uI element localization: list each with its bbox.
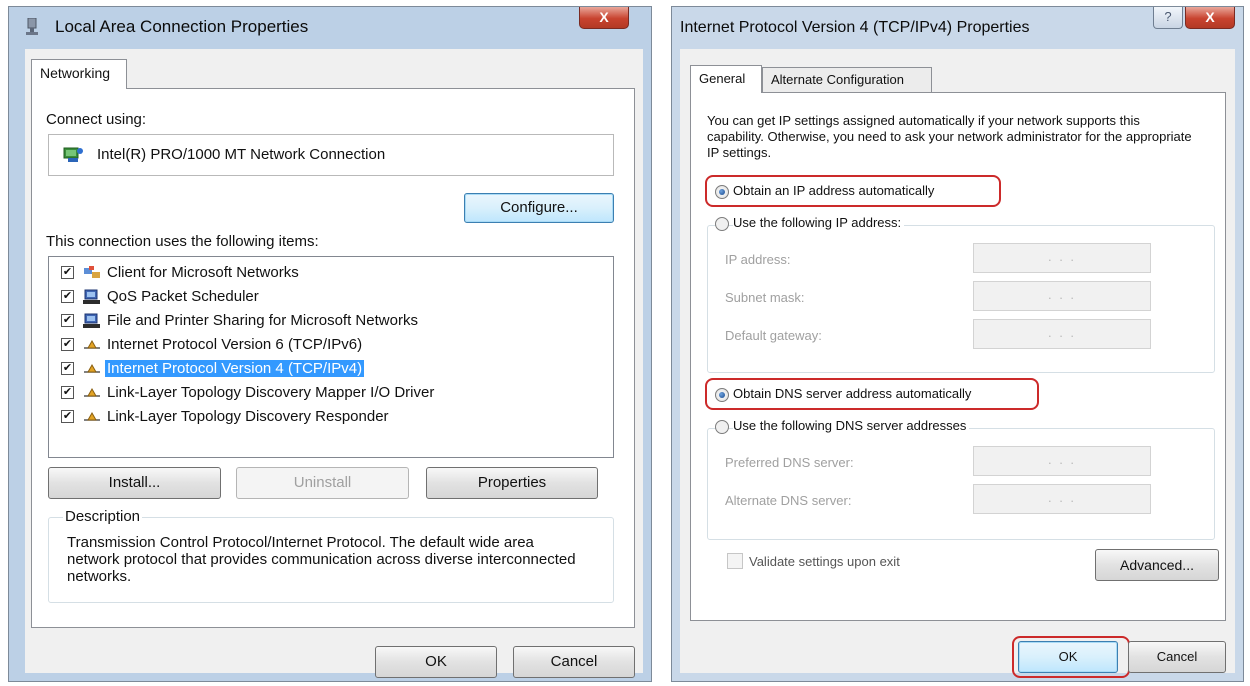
- validate-checkbox[interactable]: [727, 553, 743, 569]
- item-label: Client for Microsoft Networks: [107, 264, 299, 281]
- default-gateway-label: Default gateway:: [725, 328, 822, 343]
- list-item[interactable]: ✔ Link-Layer Topology Discovery Mapper I…: [49, 382, 609, 406]
- obtain-ip-auto-label: Obtain an IP address automatically: [733, 183, 935, 198]
- tab-alternate-configuration[interactable]: Alternate Configuration: [762, 67, 932, 92]
- item-checkbox[interactable]: ✔: [61, 362, 74, 375]
- close-button[interactable]: X: [579, 7, 629, 29]
- item-label: Link-Layer Topology Discovery Mapper I/O…: [107, 384, 435, 401]
- item-label: QoS Packet Scheduler: [107, 288, 259, 305]
- use-following-dns-label: Use the following DNS server addresses: [733, 418, 970, 433]
- advanced-button[interactable]: Advanced...: [1095, 549, 1219, 581]
- properties-button[interactable]: Properties: [426, 467, 598, 499]
- window-title: Local Area Connection Properties: [55, 17, 309, 36]
- service-icon: [83, 289, 100, 304]
- alternate-dns-field[interactable]: . . .: [973, 484, 1151, 514]
- adapter-name: Intel(R) PRO/1000 MT Network Connection: [97, 146, 386, 163]
- help-button[interactable]: ?: [1153, 7, 1183, 29]
- alternate-dns-label: Alternate DNS server:: [725, 493, 852, 508]
- cancel-button[interactable]: Cancel: [1128, 641, 1226, 673]
- obtain-dns-auto-radio[interactable]: [715, 388, 729, 402]
- protocol-icon: [84, 411, 100, 421]
- item-checkbox[interactable]: ✔: [61, 290, 74, 303]
- general-panel: You can get IP settings assigned automat…: [690, 92, 1226, 621]
- dialog-body: Networking Connect using: Intel(R) PRO/1…: [25, 49, 643, 678]
- intro-text: You can get IP settings assigned automat…: [707, 113, 1192, 160]
- ip-address-label: IP address:: [725, 252, 791, 267]
- protocol-icon: [84, 387, 100, 397]
- item-label: Internet Protocol Version 6 (TCP/IPv6): [107, 336, 363, 353]
- description-group: Description Transmission Control Protoco…: [48, 508, 614, 603]
- network-adapter-icon: [63, 147, 83, 162]
- subnet-mask-label: Subnet mask:: [725, 290, 805, 305]
- subnet-mask-field[interactable]: . . .: [973, 281, 1151, 311]
- cancel-button[interactable]: Cancel: [513, 646, 635, 678]
- preferred-dns-field[interactable]: . . .: [973, 446, 1151, 476]
- networking-panel: Connect using: Intel(R) PRO/1000 MT Netw…: [31, 88, 635, 628]
- install-button[interactable]: Install...: [48, 467, 221, 499]
- validate-label: Validate settings upon exit: [749, 554, 900, 569]
- ipv4-properties-window: Internet Protocol Version 4 (TCP/IPv4) P…: [671, 6, 1244, 682]
- list-item[interactable]: ✔ Internet Protocol Version 6 (TCP/IPv6): [49, 334, 609, 358]
- list-item[interactable]: ✔ Client for Microsoft Networks: [49, 262, 609, 286]
- list-item-selected[interactable]: ✔ Internet Protocol Version 4 (TCP/IPv4): [49, 358, 609, 382]
- default-gateway-field[interactable]: . . .: [973, 319, 1151, 349]
- protocol-icon: [84, 339, 100, 349]
- list-item[interactable]: ✔ File and Printer Sharing for Microsoft…: [49, 310, 609, 334]
- ip-address-field[interactable]: . . .: [973, 243, 1151, 273]
- description-text: Transmission Control Protocol/Internet P…: [67, 534, 576, 585]
- use-following-ip-label: Use the following IP address:: [733, 215, 905, 230]
- connection-items-list[interactable]: ✔ Client for Microsoft Networks ✔ QoS Pa…: [48, 256, 614, 458]
- obtain-dns-auto-label: Obtain DNS server address automatically: [733, 386, 972, 401]
- close-button[interactable]: X: [1185, 7, 1235, 29]
- items-label: This connection uses the following items…: [46, 233, 319, 250]
- ok-button[interactable]: OK: [375, 646, 497, 678]
- use-following-dns-radio[interactable]: [715, 420, 729, 434]
- tab-networking[interactable]: Networking: [31, 59, 127, 89]
- service-icon: [83, 313, 100, 328]
- adapter-field: Intel(R) PRO/1000 MT Network Connection: [48, 134, 614, 176]
- configure-button[interactable]: Configure...: [464, 193, 614, 223]
- item-checkbox[interactable]: ✔: [61, 338, 74, 351]
- item-checkbox[interactable]: ✔: [61, 386, 74, 399]
- use-following-ip-radio[interactable]: [715, 217, 729, 231]
- item-checkbox[interactable]: ✔: [61, 266, 74, 279]
- item-label: Internet Protocol Version 4 (TCP/IPv4): [105, 360, 365, 377]
- list-item[interactable]: ✔ Link-Layer Topology Discovery Responde…: [49, 406, 609, 430]
- title-bar: Local Area Connection Properties X: [9, 7, 651, 47]
- tab-general[interactable]: General: [690, 65, 762, 93]
- protocol-icon: [84, 363, 100, 373]
- network-connection-icon: [26, 18, 38, 35]
- connect-using-label: Connect using:: [46, 111, 147, 128]
- item-label: File and Printer Sharing for Microsoft N…: [107, 312, 418, 329]
- obtain-ip-auto-radio[interactable]: [715, 185, 729, 199]
- title-bar: Internet Protocol Version 4 (TCP/IPv4) P…: [672, 7, 1243, 47]
- item-checkbox[interactable]: ✔: [61, 314, 74, 327]
- dialog-body: General Alternate Configuration You can …: [680, 49, 1235, 678]
- list-item[interactable]: ✔ QoS Packet Scheduler: [49, 286, 609, 310]
- window-title: Internet Protocol Version 4 (TCP/IPv4) P…: [680, 19, 1030, 36]
- local-area-connection-properties-window: Local Area Connection Properties X Netwo…: [8, 6, 652, 682]
- network-client-icon: [84, 266, 100, 278]
- ok-button[interactable]: OK: [1018, 641, 1118, 673]
- uninstall-button[interactable]: Uninstall: [236, 467, 409, 499]
- description-label: Description: [63, 508, 143, 525]
- preferred-dns-label: Preferred DNS server:: [725, 455, 854, 470]
- item-checkbox[interactable]: ✔: [61, 410, 74, 423]
- item-label: Link-Layer Topology Discovery Responder: [107, 408, 389, 425]
